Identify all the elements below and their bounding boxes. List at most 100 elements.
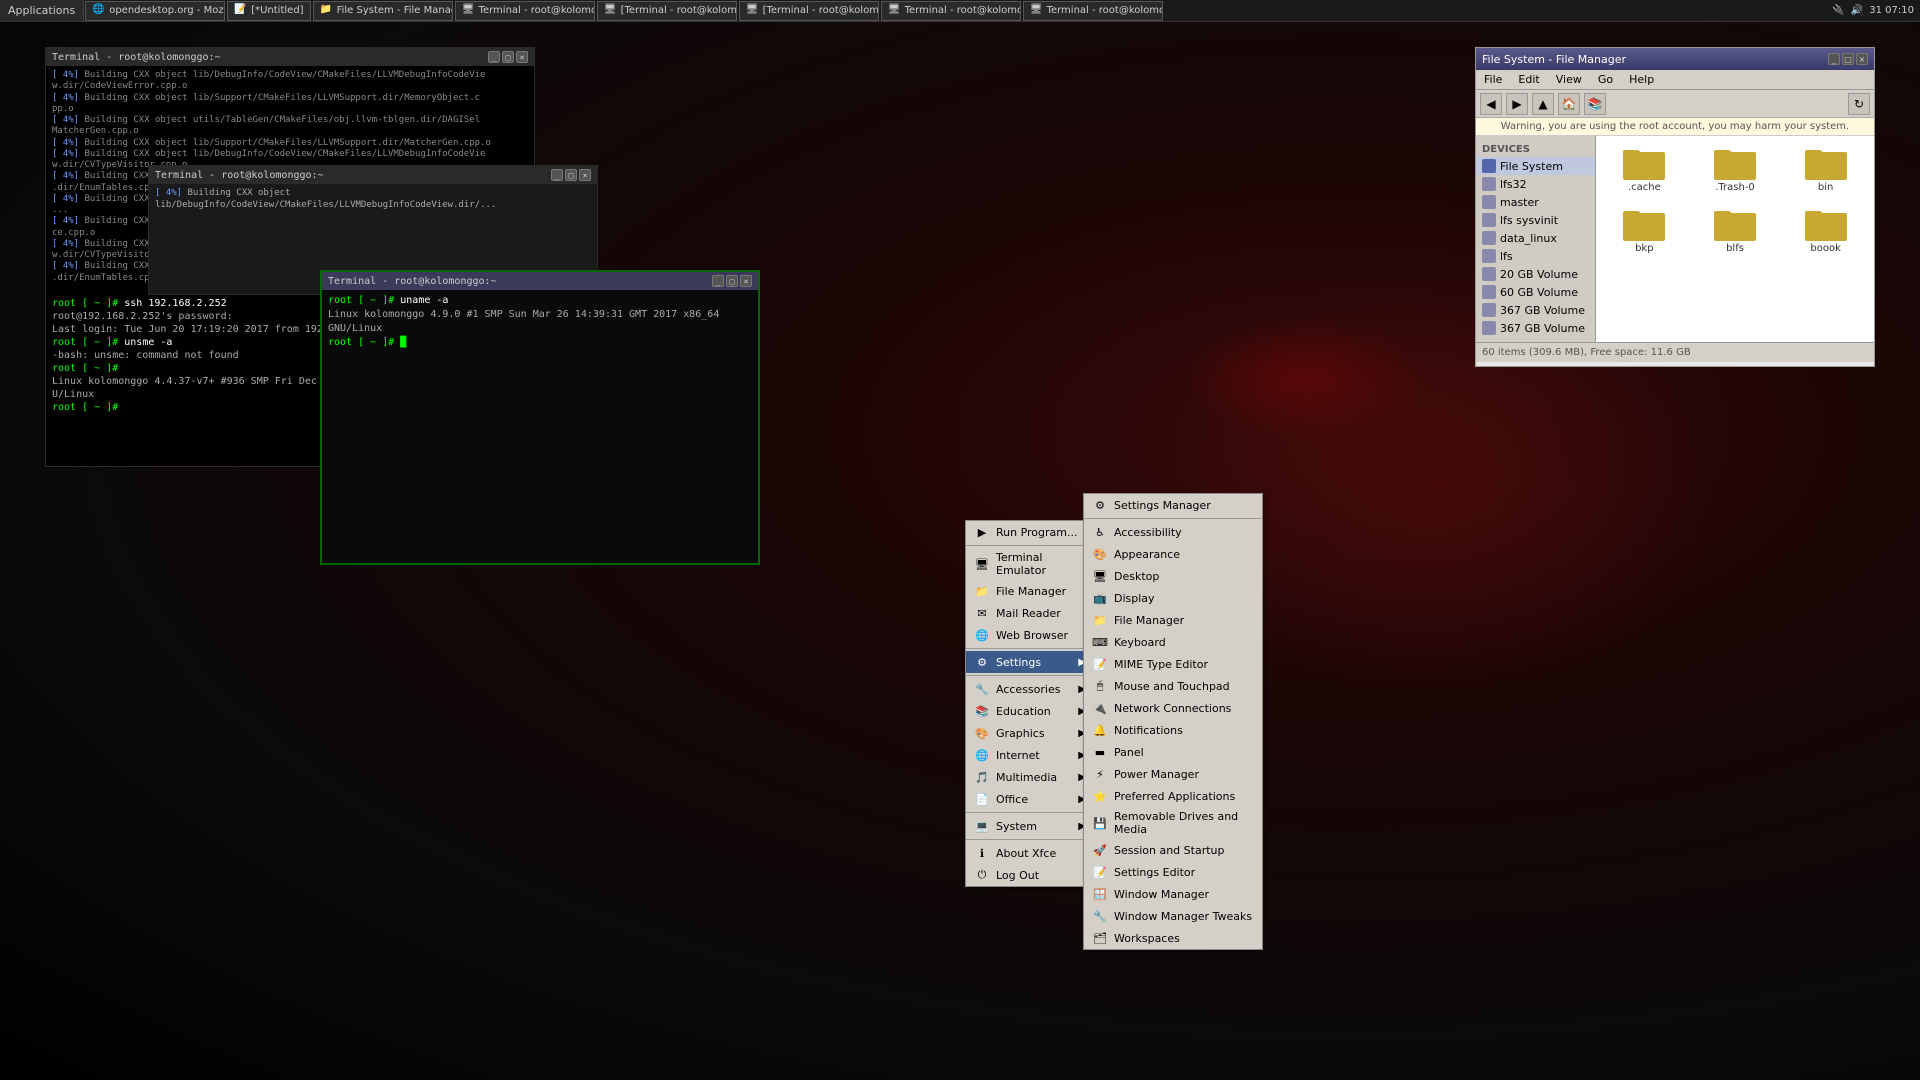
fm-sidebar-datalinux[interactable]: data_linux	[1476, 229, 1595, 247]
fm-sidebar-20gb[interactable]: 20 GB Volume	[1476, 265, 1595, 283]
menu-item-window-manager-tweaks[interactable]: 🔧 Window Manager Tweaks	[1084, 905, 1262, 927]
fm-close-button[interactable]: ×	[1856, 53, 1868, 65]
applications-menu[interactable]: Applications	[0, 0, 84, 21]
volume-icon	[1482, 267, 1496, 281]
desktop-icon: 🖥	[1092, 568, 1108, 584]
menu-item-session-startup[interactable]: 🚀 Session and Startup	[1084, 839, 1262, 861]
list-item[interactable]: bkp	[1602, 203, 1687, 258]
power-icon: ⚡	[1092, 766, 1108, 782]
about-icon: ℹ	[974, 845, 990, 861]
list-item[interactable]: bin	[1783, 142, 1868, 197]
menu-item-file-manager-settings[interactable]: 📁 File Manager	[1084, 609, 1262, 631]
taskbar-system-tray: 🔌 🔊 31 07:10	[1826, 5, 1920, 16]
menu-item-settings-editor[interactable]: 📝 Settings Editor	[1084, 861, 1262, 883]
fm-sidebar-master[interactable]: master	[1476, 193, 1595, 211]
menu-item-removable-drives[interactable]: 💾 Removable Drives and Media	[1084, 807, 1262, 839]
menu-item-terminal-emulator[interactable]: 🖥 Terminal Emulator	[966, 548, 1094, 580]
menu-item-system[interactable]: 💻 System ▶	[966, 815, 1094, 837]
fm-up-button[interactable]: ▲	[1532, 93, 1554, 115]
fm-bookmarks-button[interactable]: 📚	[1584, 93, 1606, 115]
fm-sidebar-367gb-1[interactable]: 367 GB Volume	[1476, 301, 1595, 319]
fm-menubar: File Edit View Go Help	[1476, 70, 1874, 90]
browser-icon: 🌐	[92, 4, 106, 18]
taskbar-btn-term3[interactable]: 🖥 [Terminal - root@kolomo...	[739, 1, 879, 21]
menu-item-desktop[interactable]: 🖥 Desktop	[1084, 565, 1262, 587]
menu-item-network-connections[interactable]: 🔌 Network Connections	[1084, 697, 1262, 719]
menu-item-mime-type-editor[interactable]: 📝 MIME Type Editor	[1084, 653, 1262, 675]
minimize-button-3[interactable]: _	[712, 275, 724, 287]
close-button[interactable]: ×	[516, 51, 528, 63]
fm-sidebar-367gb-2[interactable]: 367 GB Volume	[1476, 319, 1595, 337]
fm-sidebar-filesystem[interactable]: File System	[1476, 157, 1595, 175]
menu-item-notifications[interactable]: 🔔 Notifications	[1084, 719, 1262, 741]
menu-separator	[966, 648, 1094, 649]
fm-minimize-button[interactable]: _	[1828, 53, 1840, 65]
menu-item-keyboard[interactable]: ⌨ Keyboard	[1084, 631, 1262, 653]
menu-item-office[interactable]: 📄 Office ▶	[966, 788, 1094, 810]
system-icon: 💻	[974, 818, 990, 834]
taskbar-btn-opendesktop[interactable]: 🌐 opendesktop.org - Mozill...	[85, 1, 225, 21]
fm-sidebar-lfs32[interactable]: lfs32	[1476, 175, 1595, 193]
fm-maximize-button[interactable]: □	[1842, 53, 1854, 65]
close-button-3[interactable]: ×	[740, 275, 752, 287]
menu-item-accessories[interactable]: 🔧 Accessories ▶	[966, 678, 1094, 700]
menu-item-settings[interactable]: ⚙ Settings ▶	[966, 651, 1094, 673]
menu-item-accessibility[interactable]: ♿ Accessibility	[1084, 521, 1262, 543]
settings-editor-icon: 📝	[1092, 864, 1108, 880]
fm-forward-button[interactable]: ▶	[1506, 93, 1528, 115]
menu-item-display[interactable]: 📺 Display	[1084, 587, 1262, 609]
minimize-button-2[interactable]: _	[551, 169, 563, 181]
maximize-button[interactable]: □	[502, 51, 514, 63]
menu-item-panel[interactable]: ▬ Panel	[1084, 741, 1262, 763]
minimize-button[interactable]: _	[488, 51, 500, 63]
menu-item-settings-manager[interactable]: ⚙ Settings Manager	[1084, 494, 1262, 516]
fm-menu-file[interactable]: File	[1480, 73, 1506, 86]
menu-item-education[interactable]: 📚 Education ▶	[966, 700, 1094, 722]
fm-home-button[interactable]: 🏠	[1558, 93, 1580, 115]
menu-item-preferred-applications[interactable]: ⭐ Preferred Applications	[1084, 785, 1262, 807]
taskbar-btn-term4[interactable]: 🖥 Terminal - root@kolomon...	[881, 1, 1021, 21]
build-line: [ 4%] Building CXX object utils/TableGen…	[52, 115, 528, 138]
menu-item-graphics[interactable]: 🎨 Graphics ▶	[966, 722, 1094, 744]
fm-menu-go[interactable]: Go	[1594, 73, 1617, 86]
menu-item-appearance[interactable]: 🎨 Appearance	[1084, 543, 1262, 565]
taskbar-btn-untitled[interactable]: 📝 [*Untitled]	[227, 1, 310, 21]
fm-menu-view[interactable]: View	[1552, 73, 1586, 86]
menu-item-logout[interactable]: ⏻ Log Out	[966, 864, 1094, 886]
close-button-2[interactable]: ×	[579, 169, 591, 181]
menu-item-web-browser[interactable]: 🌐 Web Browser	[966, 624, 1094, 646]
build-line: [ 4%] Building CXX object lib/Support/CM…	[52, 93, 528, 116]
fm-sidebar-lfs[interactable]: lfs	[1476, 247, 1595, 265]
file-manager-settings-icon: 📁	[1092, 612, 1108, 628]
taskbar-btn-filemanager[interactable]: 📁 File System - File Manager	[313, 1, 453, 21]
menu-item-file-manager[interactable]: 📁 File Manager	[966, 580, 1094, 602]
list-item[interactable]: .Trash-0	[1693, 142, 1778, 197]
fm-back-button[interactable]: ◀	[1480, 93, 1502, 115]
fm-menu-edit[interactable]: Edit	[1514, 73, 1543, 86]
menu-item-power-manager[interactable]: ⚡ Power Manager	[1084, 763, 1262, 785]
fm-reload-button[interactable]: ↻	[1848, 93, 1870, 115]
volume-tray-icon[interactable]: 🔊	[1851, 5, 1863, 16]
menu-item-mail-reader[interactable]: ✉ Mail Reader	[966, 602, 1094, 624]
menu-item-about-xfce[interactable]: ℹ About Xfce	[966, 842, 1094, 864]
fm-statusbar: 60 items (309.6 MB), Free space: 11.6 GB	[1476, 342, 1874, 362]
network-tray-icon[interactable]: 🔌	[1832, 5, 1844, 16]
list-item[interactable]: boook	[1783, 203, 1868, 258]
maximize-button-2[interactable]: □	[565, 169, 577, 181]
list-item[interactable]: .cache	[1602, 142, 1687, 197]
menu-item-internet[interactable]: 🌐 Internet ▶	[966, 744, 1094, 766]
menu-item-mouse-touchpad[interactable]: 🖱 Mouse and Touchpad	[1084, 675, 1262, 697]
taskbar-btn-term1[interactable]: 🖥 Terminal - root@kolomon...	[455, 1, 595, 21]
menu-item-run-program[interactable]: ▶ Run Program...	[966, 521, 1094, 543]
menu-item-workspaces[interactable]: 🗂 Workspaces	[1084, 927, 1262, 949]
terminal-icon: 🖥	[746, 4, 760, 18]
maximize-button-3[interactable]: □	[726, 275, 738, 287]
fm-sidebar-60gb[interactable]: 60 GB Volume	[1476, 283, 1595, 301]
taskbar-btn-term2[interactable]: 🖥 [Terminal - root@kolomo...	[597, 1, 737, 21]
menu-item-window-manager[interactable]: 🪟 Window Manager	[1084, 883, 1262, 905]
fm-sidebar-sysvinit[interactable]: lfs sysvinit	[1476, 211, 1595, 229]
list-item[interactable]: blfs	[1693, 203, 1778, 258]
taskbar-btn-term5[interactable]: 🖥 Terminal - root@kolomon...	[1023, 1, 1163, 21]
menu-item-multimedia[interactable]: 🎵 Multimedia ▶	[966, 766, 1094, 788]
fm-menu-help[interactable]: Help	[1625, 73, 1658, 86]
